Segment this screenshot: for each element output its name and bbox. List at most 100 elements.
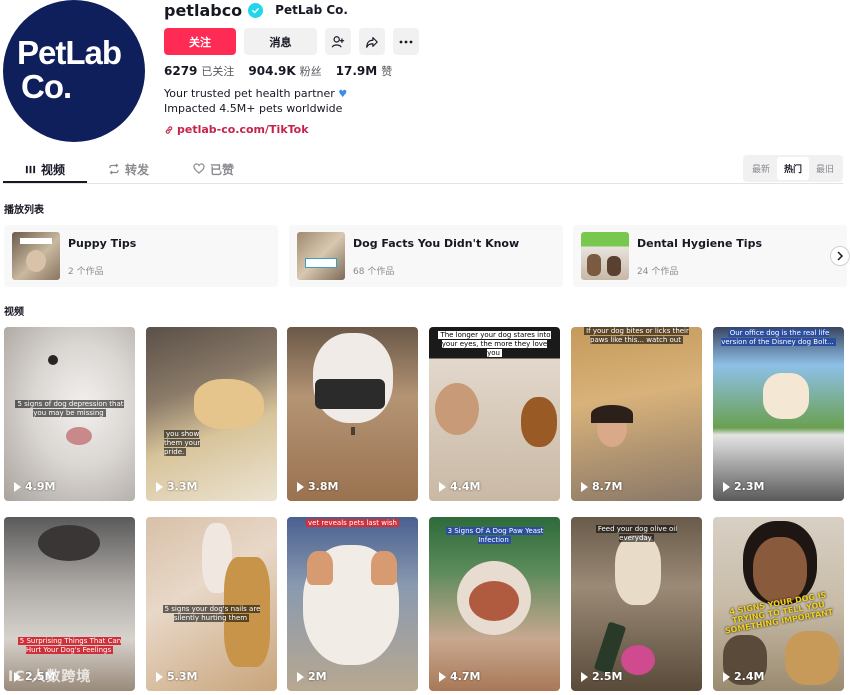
active-tab-indicator xyxy=(3,181,87,183)
profile-bio: Your trusted pet health partner ♥ Impact… xyxy=(164,87,347,116)
video-card[interactable]: 5 signs of dog depression that you may b… xyxy=(4,327,135,501)
video-card[interactable]: 3 Signs Of A Dog Paw Yeast Infection 4.7… xyxy=(429,517,560,691)
sort-toggle: 最新 热门 最旧 xyxy=(742,155,843,182)
likes-count: 17.9M xyxy=(335,64,378,78)
likes-label: 赞 xyxy=(381,65,393,78)
profile-avatar[interactable]: PetLab Co. xyxy=(3,0,145,142)
following-stat[interactable]: 6279 已关注 xyxy=(164,63,234,79)
profile-link-text: petlab-co.com/TikTok xyxy=(177,123,309,136)
avatar-logo-line2: Co. xyxy=(21,68,72,105)
tab-liked[interactable]: 已赞 xyxy=(193,156,234,182)
nickname: PetLab Co. xyxy=(275,3,348,17)
video-card[interactable]: 5 signs your dog's nails are silently hu… xyxy=(146,517,277,691)
video-caption: Our office dog is the real life version … xyxy=(721,329,836,346)
video-caption xyxy=(295,427,410,436)
add-friend-button[interactable] xyxy=(325,28,351,55)
video-views: 4.7M xyxy=(439,670,480,683)
follow-button[interactable]: 关注 xyxy=(164,28,236,55)
watermark: IC 人数跨境 xyxy=(8,669,92,685)
username-row: petlabco PetLab Co. xyxy=(164,0,348,20)
tab-reposts-label: 转发 xyxy=(125,162,150,177)
video-card[interactable]: If your dog bites or licks their paws li… xyxy=(571,327,702,501)
video-views: 3.8M xyxy=(297,480,338,493)
play-icon xyxy=(297,671,304,682)
play-icon xyxy=(723,481,730,492)
video-card[interactable]: vet reveals pets last wish 2M xyxy=(287,517,418,691)
play-icon xyxy=(297,481,304,492)
video-caption: 5 signs of dog depression that you may b… xyxy=(15,400,124,417)
more-icon xyxy=(399,40,413,43)
video-views: 8.7M xyxy=(581,480,622,493)
tab-videos[interactable]: 视频 xyxy=(25,156,65,182)
playlist-name: Dental Hygiene Tips xyxy=(637,237,763,250)
video-views: 5.3M xyxy=(156,670,197,683)
likes-stat: 17.9M 赞 xyxy=(336,63,393,79)
profile-link[interactable]: petlab-co.com/TikTok xyxy=(164,123,309,136)
grid-icon xyxy=(25,165,36,173)
video-views: 2.5M xyxy=(581,670,622,683)
following-count: 6279 xyxy=(164,64,198,78)
video-card[interactable]: The longer your dog stares into your eye… xyxy=(429,327,560,501)
video-views: 2.3M xyxy=(723,480,764,493)
play-icon xyxy=(581,671,588,682)
following-label: 已关注 xyxy=(201,65,235,78)
play-icon xyxy=(14,481,21,492)
link-icon xyxy=(165,125,173,134)
avatar-logo: PetLab Co. xyxy=(17,34,122,105)
video-card[interactable]: Feed your dog olive oil everyday 2.5M xyxy=(571,517,702,691)
message-button[interactable]: 消息 xyxy=(244,28,317,55)
tab-reposts[interactable]: 转发 xyxy=(108,156,149,182)
playlist-count: 68 个作品 xyxy=(353,267,395,277)
video-caption: The longer your dog stares into your eye… xyxy=(438,331,551,357)
bio-line-1: Your trusted pet health partner xyxy=(164,87,335,100)
video-card[interactable]: 3.8M xyxy=(287,327,418,501)
play-icon xyxy=(723,671,730,682)
video-views: 4.4M xyxy=(439,480,480,493)
add-user-icon xyxy=(331,35,345,48)
video-card[interactable]: Our office dog is the real life version … xyxy=(713,327,844,501)
playlist-count: 24 个作品 xyxy=(637,267,679,277)
sort-popular[interactable]: 热门 xyxy=(776,157,809,180)
playlist-next-button[interactable] xyxy=(830,246,850,266)
verified-badge-icon xyxy=(248,2,264,18)
tab-videos-label: 视频 xyxy=(41,162,66,177)
profile-actions: 关注 消息 xyxy=(164,28,419,55)
tab-liked-label: 已赞 xyxy=(210,162,235,177)
play-icon xyxy=(439,671,446,682)
video-caption: If your dog bites or licks their paws li… xyxy=(584,327,689,344)
playlist-card[interactable]: Dental Hygiene Tips 24 个作品 xyxy=(573,225,847,287)
sort-oldest[interactable]: 最旧 xyxy=(809,157,841,180)
sort-newest[interactable]: 最新 xyxy=(745,157,777,180)
playlist-card[interactable]: Puppy Tips 2 个作品 xyxy=(4,225,278,287)
video-caption: you show them your pride. xyxy=(164,430,201,456)
repost-icon xyxy=(109,163,119,175)
video-views: 3.3M xyxy=(156,480,197,493)
video-caption: Feed your dog olive oil everyday xyxy=(595,525,678,542)
play-icon xyxy=(156,671,163,682)
video-caption: 5 signs your dog's nails are silently hu… xyxy=(162,605,261,622)
share-button[interactable] xyxy=(359,28,385,55)
video-caption: vet reveals pets last wish xyxy=(306,519,399,527)
profile-stats: 6279 已关注 904.9K 粉丝 17.9M 赞 xyxy=(164,63,392,79)
video-views: 2M xyxy=(297,670,327,683)
followers-stat[interactable]: 904.9K 粉丝 xyxy=(248,63,321,79)
play-icon xyxy=(156,481,163,492)
videos-title: 视频 xyxy=(4,307,24,318)
playlist-card[interactable]: Dog Facts You Didn't Know 68 个作品 xyxy=(289,225,563,287)
video-views: 4.9M xyxy=(14,480,55,493)
video-card[interactable]: 5 Surprising Things That Can Hurt Your D… xyxy=(4,517,135,691)
bio-line-2: Impacted 4.5M+ pets worldwide xyxy=(164,102,343,115)
playlist-thumbnail xyxy=(12,232,60,280)
username: petlabco xyxy=(164,0,243,20)
video-caption: 5 Surprising Things That Can Hurt Your D… xyxy=(17,637,122,654)
playlist-thumbnail xyxy=(581,232,629,280)
followers-label: 粉丝 xyxy=(299,65,322,78)
play-icon xyxy=(581,481,588,492)
avatar-logo-line1: PetLab xyxy=(17,34,122,71)
video-card[interactable]: you show them your pride. 3.3M xyxy=(146,327,277,501)
more-options-button[interactable] xyxy=(393,28,419,55)
video-caption: 3 Signs Of A Dog Paw Yeast Infection xyxy=(445,527,544,544)
video-card[interactable]: 4 SIGNS YOUR DOG IS TRYING TO TELL YOU S… xyxy=(713,517,844,691)
blue-heart-icon: ♥ xyxy=(338,89,348,100)
playlist-name: Dog Facts You Didn't Know xyxy=(353,237,520,250)
